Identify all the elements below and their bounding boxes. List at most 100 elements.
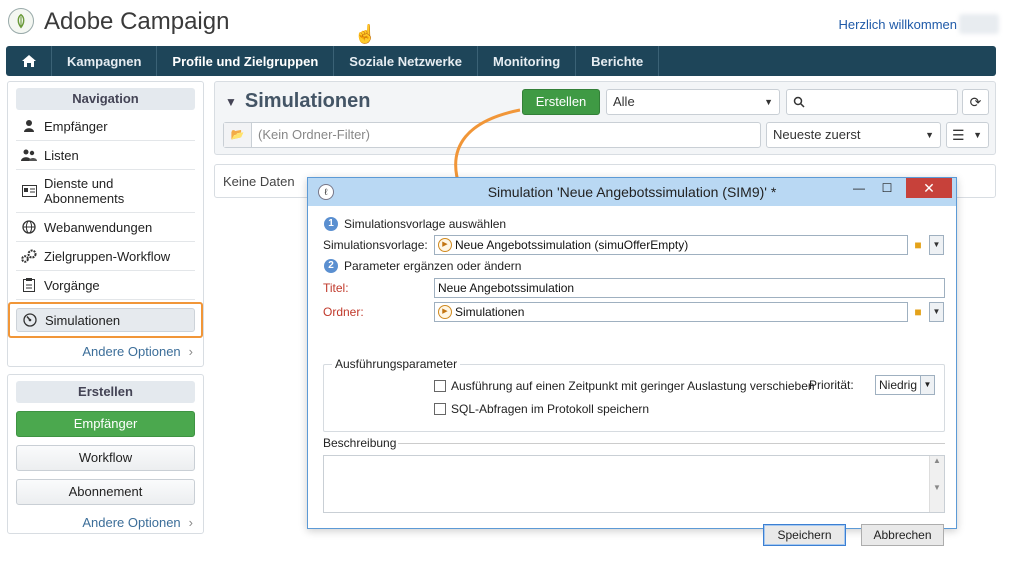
description-scrollbar[interactable]: ▲ ▼ [929, 456, 944, 512]
checkbox-box[interactable] [434, 380, 446, 392]
collapse-triangle-icon[interactable]: ▼ [225, 95, 237, 109]
topnav-monitoring[interactable]: Monitoring [478, 46, 577, 76]
priority-dropdown-button[interactable]: ▼ [920, 375, 935, 395]
gears-icon [20, 248, 38, 264]
template-dropdown-button[interactable]: ▼ [929, 235, 944, 255]
step-1: 1 Simulationsvorlage auswählen [324, 217, 506, 231]
description-textarea[interactable]: ▲ ▼ [323, 455, 945, 513]
create-abonnement-button[interactable]: Abonnement [16, 479, 195, 505]
list-view-icon: ☰ [952, 127, 965, 143]
dropdown-arrow-icon: ▼ [925, 130, 934, 140]
dialog-titlebar[interactable]: ℓ Simulation 'Neue Angebotssimulation (S… [308, 178, 956, 206]
navigation-panel: Navigation Empfänger Listen Dienste und … [7, 81, 204, 367]
save-button[interactable]: Speichern [763, 524, 846, 546]
execution-parameters-group: Ausführungsparameter [323, 357, 945, 432]
sort-select[interactable]: Neueste zuerst ▼ [766, 122, 941, 148]
welcome-text: Herzlich willkommen [838, 17, 957, 32]
sort-value: Neueste zuerst [773, 127, 861, 142]
maximize-icon[interactable]: ☐ [874, 178, 900, 198]
folder-icon[interactable]: ■ [910, 236, 926, 254]
dropdown-arrow-icon: ▼ [764, 97, 773, 107]
folder-field[interactable]: ▶ Simulationen [434, 302, 908, 322]
create-empfaenger-button[interactable]: Empfänger [16, 411, 195, 437]
brand-title: Adobe Campaign [44, 8, 230, 35]
title-label: Titel: [323, 281, 349, 295]
template-field[interactable]: ▶ Neue Angebotssimulation (simuOfferEmpt… [434, 235, 908, 255]
nav-item-label: Listen [44, 147, 79, 163]
sql-log-label: SQL-Abfragen im Protokoll speichern [451, 402, 650, 416]
sql-log-checkbox[interactable]: SQL-Abfragen im Protokoll speichern [434, 402, 649, 416]
topnav-soziale-netzwerke[interactable]: Soziale Netzwerke [334, 46, 479, 76]
nav-item-dienste[interactable]: Dienste und Abonnements [16, 170, 195, 213]
nav-item-label: Zielgruppen-Workflow [44, 248, 171, 264]
create-panel: Erstellen Empfänger Workflow Abonnement … [7, 374, 204, 534]
nav-item-label: Empfänger [44, 118, 108, 134]
user-name-redacted [959, 14, 999, 34]
nav-item-label: Dienste und Abonnements [44, 176, 125, 206]
topnav-profile-und-zielgruppen[interactable]: Profile und Zielgruppen [157, 46, 335, 76]
cancel-button[interactable]: Abbrechen [861, 524, 944, 546]
empty-state-text: Keine Daten [223, 174, 295, 189]
view-mode-button[interactable]: ☰ ▼ [946, 122, 989, 148]
create-title: Erstellen [16, 381, 195, 403]
simulation-list-toolbar: ▼ Simulationen Erstellen Alle ▼ ⟳ 📂 (Kei… [214, 81, 996, 155]
minimize-icon[interactable]: — [846, 178, 872, 198]
navigation-more-options[interactable]: Andere Optionen › [8, 344, 193, 359]
status-filter-value: Alle [613, 94, 635, 109]
nav-item-empfaenger[interactable]: Empfänger [16, 112, 195, 141]
page-title[interactable]: ▼ Simulationen [225, 90, 370, 113]
execution-parameters-title: Ausführungsparameter [332, 357, 461, 371]
title-input[interactable]: Neue Angebotssimulation [434, 278, 945, 298]
gauge-icon [21, 312, 39, 328]
nav-item-zielgruppen-workflow[interactable]: Zielgruppen-Workflow [16, 242, 195, 271]
close-icon[interactable]: ✕ [906, 178, 952, 198]
description-label: Beschreibung [323, 436, 397, 450]
step-number-2: 2 [324, 259, 338, 273]
low-load-checkbox[interactable]: Ausführung auf einen Zeitpunkt mit gerin… [434, 379, 815, 393]
home-icon[interactable] [6, 46, 52, 76]
priority-label: Priorität: [809, 378, 854, 392]
play-icon: ▶ [438, 305, 452, 319]
page-title-text: Simulationen [244, 90, 371, 112]
step-1-label: Simulationsvorlage auswählen [344, 217, 507, 231]
status-filter-select[interactable]: Alle ▼ [606, 89, 780, 115]
priority-select[interactable]: Niedrig [875, 375, 921, 395]
topnav-berichte[interactable]: Berichte [576, 46, 660, 76]
group-icon [20, 147, 38, 163]
search-icon [793, 90, 805, 116]
open-folder-icon[interactable]: 📂 [224, 123, 252, 147]
play-icon: ▶ [438, 238, 452, 252]
nav-item-label: Webanwendungen [44, 219, 153, 235]
top-navigation-bar: Kampagnen Profile und Zielgruppen Sozial… [6, 46, 996, 76]
navigation-title: Navigation [16, 88, 195, 110]
step-2-label: Parameter ergänzen oder ändern [344, 259, 522, 273]
refresh-icon: ⟳ [969, 94, 982, 110]
create-more-options[interactable]: Andere Optionen › [8, 515, 193, 530]
step-number-1: 1 [324, 217, 338, 231]
step-2: 2 Parameter ergänzen oder ändern [324, 259, 521, 273]
create-workflow-button[interactable]: Workflow [16, 445, 195, 471]
hand-cursor-icon: ☝ [354, 24, 377, 44]
folder-label: Ordner: [323, 305, 364, 319]
globe-icon [20, 219, 38, 235]
folder-dropdown-button[interactable]: ▼ [929, 302, 944, 322]
simulation-dialog: ℓ Simulation 'Neue Angebotssimulation (S… [307, 177, 957, 546]
more-options-label: Andere Optionen [82, 515, 181, 530]
nav-item-vorgaenge[interactable]: Vorgänge [16, 271, 195, 300]
search-input[interactable] [786, 89, 958, 115]
nav-item-webanwendungen[interactable]: Webanwendungen [16, 213, 195, 242]
topnav-kampagnen[interactable]: Kampagnen [52, 46, 158, 76]
folder-icon[interactable]: ■ [910, 303, 926, 321]
dialog-body: 1 Simulationsvorlage auswählen Simulatio… [308, 206, 956, 546]
template-label: Simulationsvorlage: [323, 238, 428, 252]
low-load-label: Ausführung auf einen Zeitpunkt mit gerin… [451, 379, 815, 393]
nav-item-simulationen[interactable]: Simulationen [8, 302, 203, 338]
refresh-button[interactable]: ⟳ [962, 89, 989, 115]
person-icon [20, 118, 38, 134]
chevron-right-icon: › [188, 515, 193, 530]
nav-item-listen[interactable]: Listen [16, 141, 195, 170]
erstellen-button[interactable]: Erstellen [522, 89, 600, 115]
checkbox-box[interactable] [434, 403, 446, 415]
nav-item-label: Simulationen [45, 312, 121, 328]
folder-filter-input[interactable]: 📂 (Kein Ordner-Filter) [223, 122, 761, 148]
